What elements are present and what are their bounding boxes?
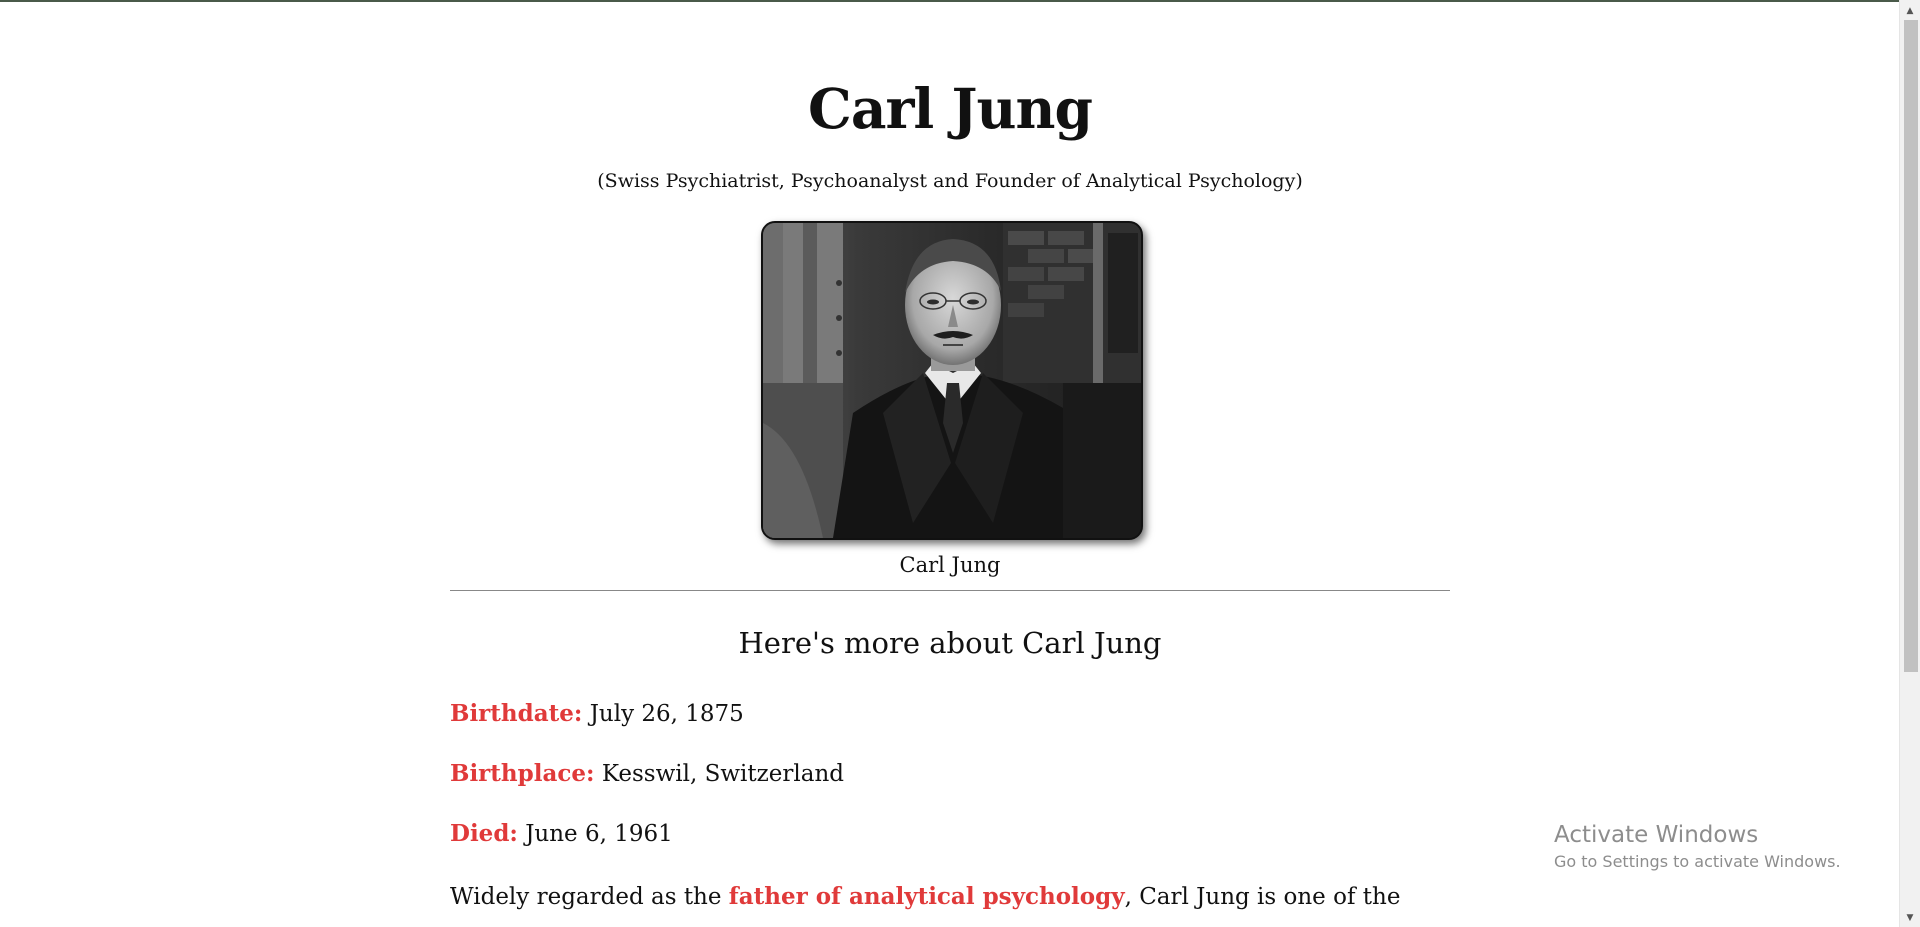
page-subtitle: (Swiss Psychiatrist, Psychoanalyst and F…	[597, 170, 1303, 192]
fact-value-birthdate: July 26, 1875	[589, 701, 744, 727]
page: Carl Jung (Swiss Psychiatrist, Psychoana…	[0, 0, 1900, 927]
fact-birthdate: Birthdate: July 26, 1875	[450, 700, 744, 727]
watermark-subtitle: Go to Settings to activate Windows.	[1554, 852, 1841, 871]
portrait-photo	[763, 223, 1141, 538]
fact-key-birthplace: Birthplace:	[450, 760, 595, 787]
portrait-caption: Carl Jung	[899, 553, 1001, 577]
windows-activation-watermark: Activate Windows Go to Settings to activ…	[1554, 822, 1841, 871]
fact-key-birthdate: Birthdate:	[450, 700, 583, 727]
paragraph-text-start: Widely regarded as the	[450, 884, 729, 910]
portrait-image	[761, 221, 1143, 540]
section-heading: Here's more about Carl Jung	[738, 626, 1162, 660]
scroll-up-arrow-icon[interactable]: ▲	[1900, 2, 1920, 20]
watermark-title: Activate Windows	[1554, 822, 1759, 848]
fact-birthplace: Birthplace: Kesswil, Switzerland	[450, 760, 844, 787]
fact-value-died: June 6, 1961	[525, 821, 673, 847]
vertical-scrollbar[interactable]: ▲ ▼	[1899, 0, 1920, 927]
intro-paragraph: Widely regarded as the father of analyti…	[450, 880, 1450, 914]
analytical-psychology-link[interactable]: father of analytical psychology	[729, 883, 1125, 910]
page-title: Carl Jung	[808, 76, 1093, 141]
scroll-thumb[interactable]	[1904, 20, 1918, 672]
paragraph-text-end: , Carl Jung is one of the	[1124, 884, 1401, 910]
fact-died: Died: June 6, 1961	[450, 820, 673, 847]
scroll-down-arrow-icon[interactable]: ▼	[1900, 909, 1920, 927]
fact-key-died: Died:	[450, 820, 518, 847]
section-divider	[450, 590, 1450, 591]
fact-value-birthplace: Kesswil, Switzerland	[601, 761, 844, 787]
